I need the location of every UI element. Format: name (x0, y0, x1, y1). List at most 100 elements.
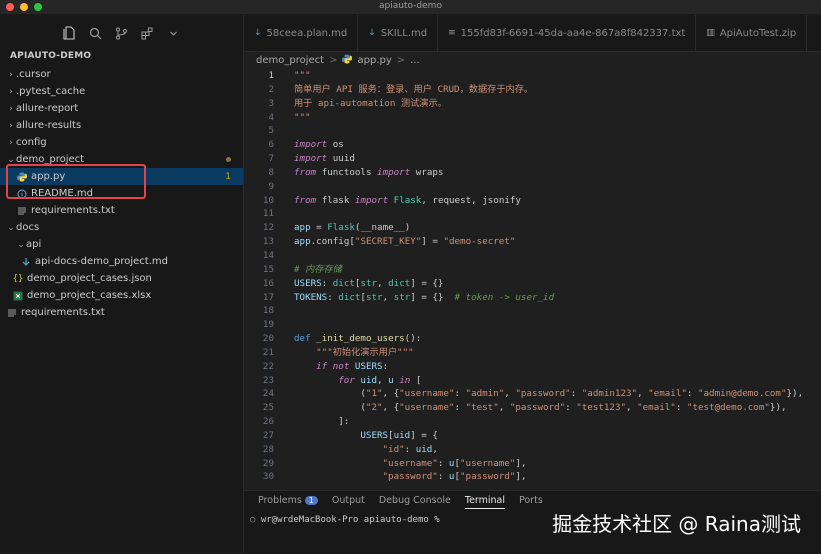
code-line[interactable]: 30 "password": u["password"], (244, 470, 821, 484)
code-line[interactable]: 19 (244, 318, 821, 332)
chevron-down-icon[interactable] (164, 24, 182, 42)
line-number: 10 (262, 194, 274, 206)
extensions-icon[interactable] (138, 24, 156, 42)
tab-label: SKILL.md (380, 27, 428, 39)
code-line[interactable]: 26 ]: (244, 415, 821, 429)
breadcrumb-symbols[interactable]: ... (410, 55, 420, 66)
code-line[interactable]: 16 USERS: dict[str, dict] = {} (244, 277, 821, 291)
code-text: from functools import wraps (294, 166, 444, 178)
tree-item-requirements[interactable]: requirements.txt (0, 202, 243, 219)
tree-item-label: docs (16, 222, 40, 233)
code-line[interactable]: 9 (244, 180, 821, 194)
line-number: 21 (262, 346, 274, 358)
code-line[interactable]: 27 USERS[uid] = { (244, 429, 821, 443)
tree-item-pytest-cache[interactable]: › .pytest_cache (0, 83, 243, 100)
line-number: 24 (262, 388, 274, 400)
code-line[interactable]: 15 # 内存存储 (244, 263, 821, 277)
code-line[interactable]: 1 """ (244, 69, 821, 83)
code-line[interactable]: 28 "id": uid, (244, 443, 821, 457)
code-line[interactable]: 14 (244, 249, 821, 263)
tree-item-allure-results[interactable]: › allure-results (0, 117, 243, 134)
tree-item-config[interactable]: › config (0, 134, 243, 151)
tree-item-label: demo_project_cases.xlsx (27, 290, 152, 301)
json-file-icon: {} (12, 273, 24, 284)
python-file-icon (16, 171, 28, 183)
code-line[interactable]: 25 ("2", {"username": "test", "password"… (244, 401, 821, 415)
text-file-icon: ≡ (448, 28, 456, 38)
code-line[interactable]: 11 (244, 207, 821, 221)
tree-item-api[interactable]: ⌄ api (0, 236, 243, 253)
code-line[interactable]: 7 import uuid (244, 152, 821, 166)
tab-terminal[interactable]: Terminal (464, 495, 506, 509)
source-control-icon[interactable] (112, 24, 130, 42)
code-text: "username": u["username"], (382, 457, 527, 469)
code-line[interactable]: 12 app = Flask(__name__) (244, 221, 821, 235)
tab-skill[interactable]: ↓ SKILL.md (358, 15, 439, 51)
code-text: 用于 api-automation 测试演示。 (294, 97, 447, 109)
code-text: """ (294, 70, 311, 81)
tree-item-cases-xlsx[interactable]: demo_project_cases.xlsx (0, 287, 243, 304)
code-text: # 内存存储 (294, 263, 342, 275)
code-line[interactable]: 22 if not USERS: (244, 360, 821, 374)
terminal-prompt[interactable]: ○ wr@wrdeMacBook-Pro apiauto-demo % (250, 515, 440, 525)
code-text: """ (294, 111, 311, 123)
tab-txt[interactable]: ≡ 155fd83f-6691-45da-aa4e-867a8f842337.tx… (438, 15, 697, 51)
line-number: 9 (268, 180, 274, 192)
code-editor[interactable]: 1 """ 2 简单用户 API 服务：登录、用户 CRUD，数据存于内存。 3 用于 a… (244, 69, 821, 489)
tree-item-readme[interactable]: README.md (0, 185, 243, 202)
breadcrumb-folder[interactable]: demo_project (256, 55, 324, 66)
excel-file-icon (12, 290, 24, 302)
tab-plan[interactable]: ↓ 58ceea.plan.md (244, 15, 359, 51)
code-line[interactable]: 5 (244, 124, 821, 138)
tree-item-docs[interactable]: ⌄ docs (0, 219, 243, 236)
tree-item-root-requirements[interactable]: requirements.txt (0, 304, 243, 321)
tree-item-label: app.py (31, 171, 66, 182)
code-line[interactable]: 20 def _init_demo_users(): (244, 332, 821, 346)
tab-output[interactable]: Output (332, 495, 365, 509)
tree-item-demo-project[interactable]: ⌄ demo_project (0, 151, 243, 168)
code-line[interactable]: 2 简单用户 API 服务：登录、用户 CRUD，数据存于内存。 (244, 83, 821, 97)
breadcrumb-file[interactable]: app.py (357, 55, 391, 66)
code-line[interactable]: 23 for uid, u in [ (244, 374, 821, 388)
tree-item-label: allure-results (16, 120, 82, 131)
line-number: 11 (262, 208, 274, 220)
code-line[interactable]: 24 ("1", {"username": "admin", "password… (244, 387, 821, 401)
code-text: app = Flask(__name__) (294, 222, 411, 234)
chevron-down-icon: ⌄ (7, 154, 15, 165)
chevron-right-icon: › (9, 69, 13, 80)
line-number: 2 (268, 83, 274, 95)
code-line[interactable]: 8 from functools import wraps (244, 166, 821, 180)
code-line[interactable]: 29 "username": u["username"], (244, 457, 821, 471)
code-line[interactable]: 6 import os (244, 138, 821, 152)
tree-item-label: demo_project (16, 154, 85, 165)
code-line[interactable]: 4 """ (244, 111, 821, 125)
chevron-right-icon: › (9, 86, 13, 97)
tree-item-api-docs[interactable]: api-docs-demo_project.md (0, 253, 243, 270)
search-icon[interactable] (86, 24, 104, 42)
code-line[interactable]: 10 from flask import Flask, request, json… (244, 194, 821, 208)
tab-ports[interactable]: Ports (519, 495, 543, 509)
tree-item-cursor[interactable]: › .cursor (0, 66, 243, 83)
tab-debug-console[interactable]: Debug Console (379, 495, 451, 509)
line-number: 25 (262, 402, 274, 414)
tree-item-cases-json[interactable]: {} demo_project_cases.json (0, 270, 243, 287)
code-line[interactable]: 18 (244, 304, 821, 318)
markdown-file-icon: ↓ (368, 28, 376, 38)
tab-label: ApiAutoTest.zip (719, 27, 797, 39)
modified-dot-icon (226, 157, 231, 162)
code-line[interactable]: 17 TOKENS: dict[str, str] = {} # token ->… (244, 291, 821, 305)
project-title[interactable]: APIAUTO-DEMO (10, 51, 91, 61)
tree-item-allure-report[interactable]: › allure-report (0, 100, 243, 117)
files-icon[interactable] (60, 24, 78, 42)
info-icon (16, 188, 28, 200)
watermark: 掘金技术社区 @ Raina测试 (552, 512, 801, 536)
tree-item-app-py[interactable]: app.py 1 (0, 168, 243, 185)
tab-problems[interactable]: Problems 1 (258, 495, 318, 509)
tab-zip[interactable]: ▥ ApiAutoTest.zip (696, 15, 808, 51)
breadcrumb: demo_project > app.py > ... (256, 52, 420, 68)
code-line[interactable]: 21 """初始化演示用户""" (244, 346, 821, 360)
code-line[interactable]: 13 app.config["SECRET_KEY"] = "demo-secre… (244, 235, 821, 249)
code-text: for uid, u in [ (338, 374, 422, 386)
code-line[interactable]: 3 用于 api-automation 测试演示。 (244, 97, 821, 111)
chevron-down-icon: ⌄ (7, 222, 15, 233)
